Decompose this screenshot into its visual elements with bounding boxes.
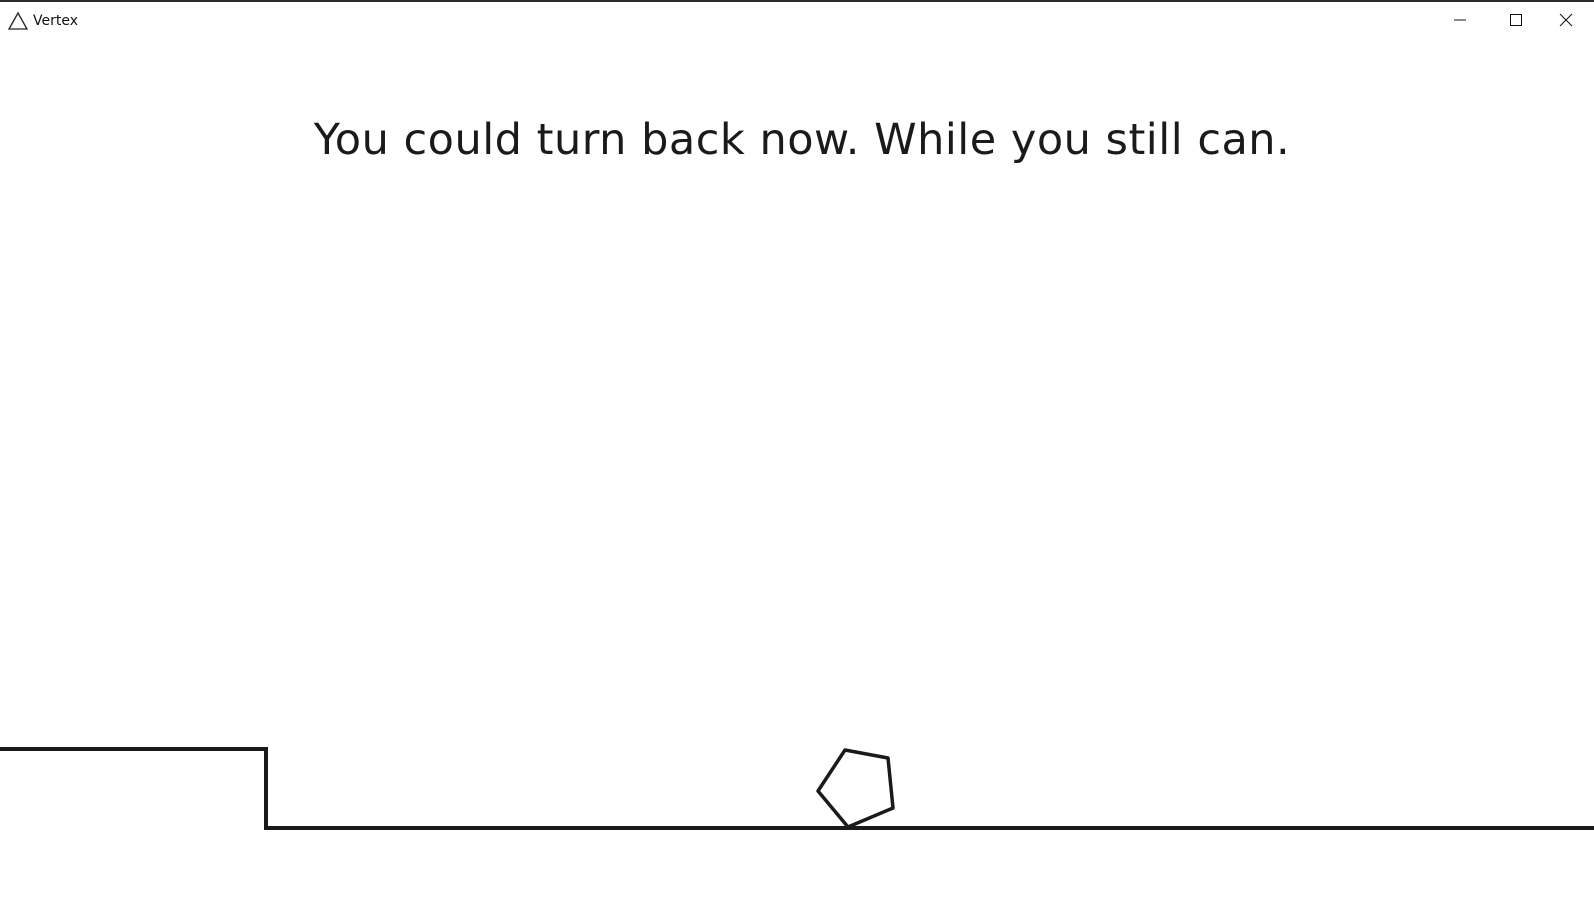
level-geometry xyxy=(0,747,1594,830)
player-pentagon xyxy=(816,748,895,829)
game-window: Vertex You could turn back now. While yo… xyxy=(0,0,1594,917)
ground-line xyxy=(0,747,1594,830)
